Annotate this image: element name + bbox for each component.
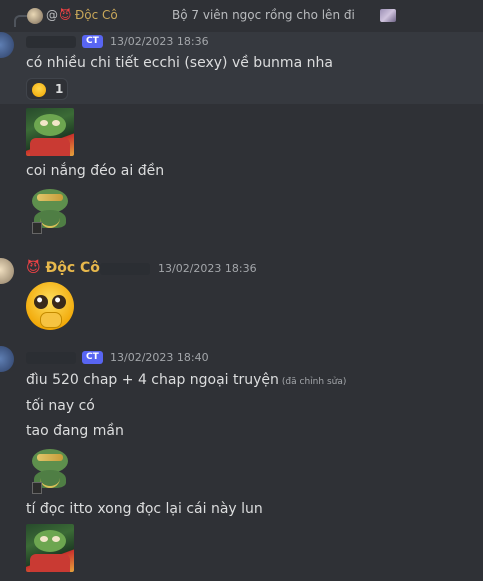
pleading-face-emoji[interactable] — [26, 282, 74, 330]
pepe-rich-emoji[interactable] — [26, 446, 74, 494]
reaction-button[interactable]: 1 — [26, 78, 68, 100]
message-text: có nhiều chi tiết ecchi (sexy) về bunma … — [26, 55, 333, 71]
server-tag-badge[interactable]: CT — [82, 351, 103, 364]
message-text: coi nắng đéo ai đền — [26, 163, 165, 179]
devil-icon: 😈 — [26, 260, 41, 276]
message-text: tao đang mần — [26, 423, 124, 439]
pepe-chill-emoji[interactable] — [26, 524, 74, 572]
message-timestamp[interactable]: 13/02/2023 18:36 — [158, 262, 257, 275]
server-tag-badge[interactable]: CT — [82, 35, 103, 48]
reply-author-avatar[interactable] — [27, 8, 43, 24]
devil-icon: 😈 — [59, 8, 72, 22]
avatar[interactable] — [0, 346, 14, 372]
reply-author-name[interactable]: Độc Cô — [75, 8, 118, 22]
message-text: tối nay có — [26, 398, 95, 414]
message-text-content: đìu 520 chap + 4 chap ngoại truyện — [26, 372, 279, 388]
message-timestamp[interactable]: 13/02/2023 18:40 — [110, 351, 209, 364]
edited-label[interactable]: (đã chỉnh sửa) — [282, 377, 346, 387]
pepe-chill-emoji[interactable] — [26, 108, 74, 156]
message-text: tí đọc itto xong đọc lại cái này lun — [26, 501, 263, 517]
reply-text[interactable]: Bộ 7 viên ngọc rồng cho lên đi — [172, 8, 355, 22]
author-tag-hidden — [100, 263, 150, 275]
message-timestamp[interactable]: 13/02/2023 18:36 — [110, 35, 209, 48]
message-text: đìu 520 chap + 4 chap ngoại truyện (đã ch… — [26, 372, 346, 388]
avatar[interactable] — [0, 258, 14, 284]
pepe-rich-emoji[interactable] — [26, 186, 74, 234]
reaction-count: 1 — [55, 82, 64, 96]
author-name-label: Độc Cô — [45, 260, 100, 276]
reply-preview[interactable]: @ 😈 Độc Cô Bộ 7 viên ngọc rồng cho lên đ… — [0, 0, 483, 32]
author-name[interactable]: 😈 Độc Cô — [26, 260, 100, 276]
custom-emoji-icon — [380, 9, 396, 22]
author-name-hidden[interactable] — [26, 36, 76, 48]
shy-face-emoji-icon — [32, 83, 46, 97]
author-name-hidden[interactable] — [26, 352, 76, 364]
reply-at-sign: @ — [46, 8, 58, 22]
